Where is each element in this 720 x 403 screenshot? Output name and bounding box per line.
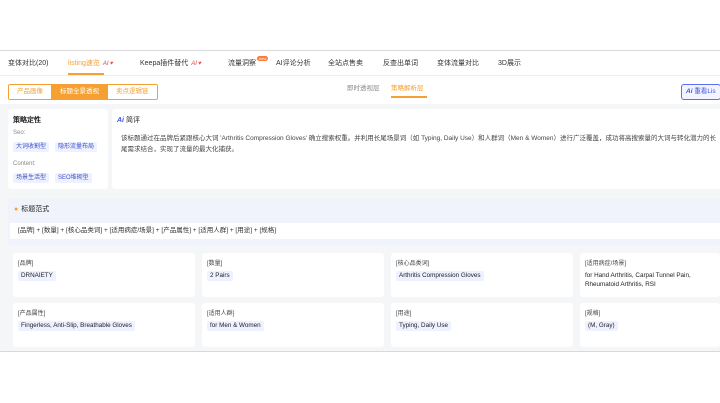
tab-variant-compare[interactable]: 变体对比(20): [8, 51, 48, 75]
button-label: 重看Lis: [694, 88, 716, 95]
attribute-label: [品牌]: [18, 261, 34, 267]
tab-label: 变体流量对比: [437, 60, 479, 67]
attribute-cell: [用途] Typing, Daily Use: [391, 303, 573, 347]
tab-label: 全站点售卖: [328, 60, 363, 67]
new-badge: new: [257, 56, 269, 61]
title-formula-card: ● 标题范式 [品牌] + [数量] + [核心品类词] + [适用病症/场景] …: [8, 199, 720, 245]
strategy-title: 策略定性: [13, 117, 41, 124]
brief-review-title: Ai 简评: [117, 115, 140, 125]
brief-review-text: 该标题通过在品牌后紧跟核心大词 'Arthritis Compression G…: [121, 135, 717, 153]
formula-title: ● 标题范式: [14, 204, 49, 214]
attribute-cell: [产品属性] Fingerless, Anti-Slip, Breathable…: [13, 303, 195, 347]
tab-label: 3D展示: [498, 60, 521, 67]
attribute-cell: [适用人群] for Men & Women: [202, 303, 384, 347]
content-label: Content:: [13, 161, 36, 167]
attribute-label: [数量]: [207, 261, 223, 267]
segment-product-profile[interactable]: 产品画像: [9, 85, 51, 99]
tab-label: AI评论分析: [276, 60, 311, 67]
attribute-value: (M, Gray): [585, 321, 618, 331]
attribute-label: [核心品类词]: [396, 261, 430, 267]
tab-listing-overview[interactable]: listing速览 AI✦: [68, 51, 114, 75]
tab-label: listing速览: [68, 60, 100, 67]
attribute-cell: [核心品类词] Arthritis Compression Gloves: [391, 253, 573, 297]
sub-toolbar: 产品画像 标题全景透视 卖点逻辑链 即时透视层 策略解析层 Ai 重看Lis: [0, 76, 720, 104]
ai-sparkle-icon: AI✦: [102, 61, 114, 67]
attribute-cell: [适用病症/场景] for Hand Arthritis, Carpal Tun…: [580, 253, 720, 297]
attribute-value: Typing, Daily Use: [396, 321, 451, 331]
tab-reverse-keywords[interactable]: 反查出单词: [383, 51, 418, 75]
attribute-value: DRNAIETY: [18, 271, 56, 281]
attribute-value: for Men & Women: [207, 321, 264, 331]
attribute-label: [用途]: [396, 311, 412, 317]
tab-strategy-analysis[interactable]: 策略解析层: [391, 84, 424, 94]
main-tab-bar: 变体对比(20) listing速览 AI✦ Keepa插件替代 AI✦ 流量洞察 …: [0, 51, 720, 76]
tab-ai-review-analysis[interactable]: AI评论分析: [276, 51, 311, 75]
ai-icon: Ai: [686, 88, 693, 95]
strategy-card: 策略定性 Seo: 大词收割型 隐形流量布局 Content: 场景生活型 SE…: [8, 109, 108, 189]
content-chip: 场景生活型: [13, 173, 50, 183]
ai-sparkle-icon: AI✦: [191, 61, 202, 67]
attribute-label: [产品属性]: [18, 311, 46, 317]
seo-chip: 大词收割型: [13, 142, 50, 152]
tab-label: 流量洞察: [228, 60, 256, 67]
tab-keepa-alternative[interactable]: Keepa插件替代 AI✦: [140, 51, 202, 75]
tab-instant-view[interactable]: 即时透视层: [347, 84, 380, 94]
attribute-cell: [数量] 2 Pairs: [202, 253, 384, 297]
tab-3d-view[interactable]: 3D展示: [498, 51, 521, 75]
ai-icon: Ai: [117, 117, 124, 124]
tab-label: 变体对比(20): [8, 60, 49, 67]
segment-title-panorama[interactable]: 标题全景透视: [51, 85, 107, 99]
ai-relook-listing-button[interactable]: Ai 重看Lis: [681, 84, 720, 100]
brief-review-card: Ai 简评 该标题通过在品牌后紧跟核心大词 'Arthritis Compress…: [112, 109, 720, 189]
attribute-value: 2 Pairs: [207, 271, 233, 281]
content-chip: SEO堆砌型: [55, 173, 92, 183]
segment-selling-point-chain[interactable]: 卖点逻辑链: [107, 85, 157, 99]
tab-variant-traffic-compare[interactable]: 变体流量对比: [437, 51, 479, 75]
listing-panel: 变体对比(20) listing速览 AI✦ Keepa插件替代 AI✦ 流量洞察 …: [0, 50, 720, 352]
tab-label: Keepa插件替代: [140, 60, 189, 67]
seo-chip: 隐形流量布局: [55, 142, 98, 152]
seo-label: Seo:: [13, 130, 26, 136]
tab-all-sites-sales[interactable]: 全站点售卖: [328, 51, 363, 75]
attribute-label: [规格]: [585, 311, 601, 317]
view-tab-indicator: [391, 96, 427, 98]
title-text: 标题范式: [21, 206, 50, 213]
attribute-label: [适用人群]: [207, 311, 235, 317]
active-tab-indicator: [68, 73, 104, 75]
attribute-value: for Hand Arthritis, Carpal Tunnel Pain, …: [585, 272, 691, 288]
tab-label: 反查出单词: [383, 60, 418, 67]
title-text: 简评: [126, 117, 140, 124]
lightbulb-icon: ●: [14, 206, 19, 213]
view-segmented-control: 产品画像 标题全景透视 卖点逻辑链: [8, 84, 158, 100]
attribute-value: Fingerless, Anti-Slip, Breathable Gloves: [18, 321, 135, 331]
tab-traffic-insight[interactable]: 流量洞察: [228, 51, 256, 75]
attribute-cell: [规格] (M, Gray): [580, 303, 720, 347]
attribute-cell: [品牌] DRNAIETY: [13, 253, 195, 297]
attribute-label: [适用病症/场景]: [585, 261, 627, 267]
attribute-value: Arthritis Compression Gloves: [396, 271, 484, 281]
formula-text: [品牌] + [数量] + [核心品类词] + [适用病症/场景] + [产品属…: [10, 223, 720, 239]
